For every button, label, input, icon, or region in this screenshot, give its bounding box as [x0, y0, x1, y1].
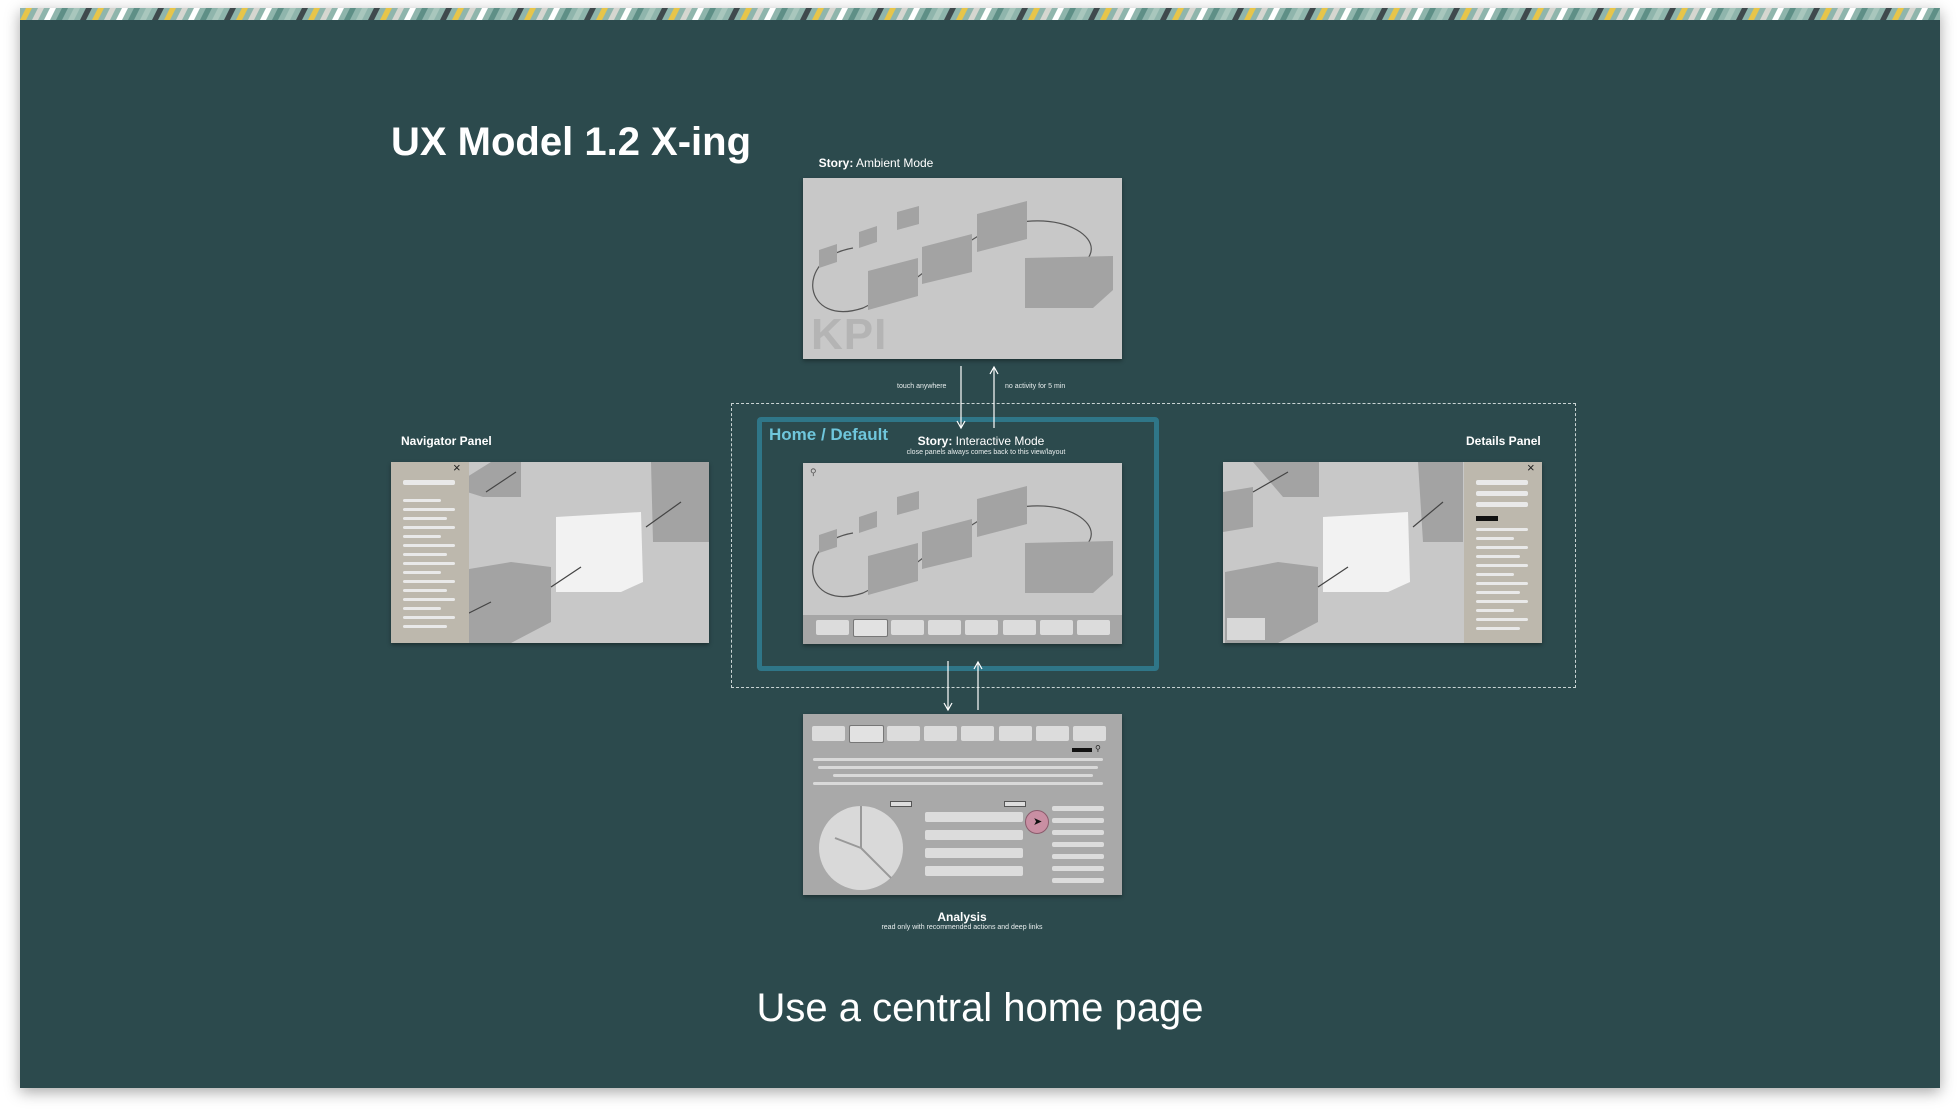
analysis-thumbnail: ⚲ ➤ [803, 714, 1122, 895]
ambient-label-mode: Ambient Mode [853, 156, 934, 170]
tab-button [887, 726, 920, 741]
details-sidebar [1464, 462, 1542, 643]
ambient-home-arrows [956, 365, 999, 430]
ambient-mode-label: Story: Ambient Mode [819, 156, 934, 170]
analysis-pie-chart [819, 806, 903, 890]
cursor-icon: ➤ [1033, 816, 1043, 828]
details-panel-thumbnail: × [1223, 462, 1542, 643]
details-panel-label: Details Panel [1466, 434, 1541, 448]
interactive-label-story: Story: [917, 434, 953, 448]
navigator-panel-label: Navigator Panel [401, 434, 492, 448]
details-highlight-bar [1476, 516, 1498, 521]
home-analysis-arrows [943, 660, 983, 712]
tab-button [1077, 620, 1110, 635]
interactive-mode-label: Story: Interactive Mode [918, 434, 1045, 448]
tab-button [999, 726, 1032, 741]
close-icon: × [453, 462, 461, 475]
tab-button [965, 620, 998, 635]
tab-button [924, 726, 957, 741]
tab-button [1040, 620, 1073, 635]
analysis-black-bar [1072, 748, 1092, 752]
tab-button [891, 620, 924, 635]
navigator-panel-thumbnail: × [391, 462, 709, 643]
kpi-watermark: KPI [811, 310, 888, 359]
interactive-tabbar [803, 615, 1122, 644]
tab-button [961, 726, 994, 741]
slide: UX Model 1.2 X-ing Home / Default Story:… [20, 8, 1940, 1088]
tab-button [816, 620, 849, 635]
tab-button [1073, 726, 1106, 741]
no-activity-label: no activity for 5 min [1005, 383, 1066, 390]
close-icon: × [1527, 462, 1535, 475]
slide-title: UX Model 1.2 X-ing [391, 120, 752, 164]
details-mini-widget [1227, 618, 1265, 640]
search-icon: ⚲ [810, 467, 817, 477]
interactive-mode-sublabel: close panels always comes back to this v… [906, 449, 1066, 456]
interactive-label-mode: Interactive Mode [952, 434, 1045, 448]
ambient-mode-thumbnail: KPI [803, 178, 1122, 359]
tab-button-selected [853, 619, 888, 637]
tab-button [1036, 726, 1069, 741]
home-default-label: Home / Default [769, 425, 889, 444]
interactive-graph [812, 486, 1113, 598]
decorative-pattern-strip [20, 8, 1940, 20]
ambient-label-story: Story: [818, 156, 854, 170]
tab-button-selected [849, 725, 884, 743]
tab-button [812, 726, 845, 741]
search-icon-small: ⚲ [1095, 744, 1101, 753]
analysis-sublabel: read only with recommended actions and d… [881, 924, 1043, 931]
cursor-highlight: ➤ [1025, 810, 1049, 834]
interactive-mode-thumbnail: ⚲ [803, 463, 1122, 644]
navigator-sidebar [391, 462, 469, 643]
tab-button [928, 620, 961, 635]
touch-anywhere-label: touch anywhere [897, 383, 947, 390]
tab-button [1003, 620, 1036, 635]
analysis-label: Analysis [937, 910, 987, 924]
slide-subtitle: Use a central home page [756, 986, 1204, 1030]
analysis-small-button [1004, 801, 1026, 807]
